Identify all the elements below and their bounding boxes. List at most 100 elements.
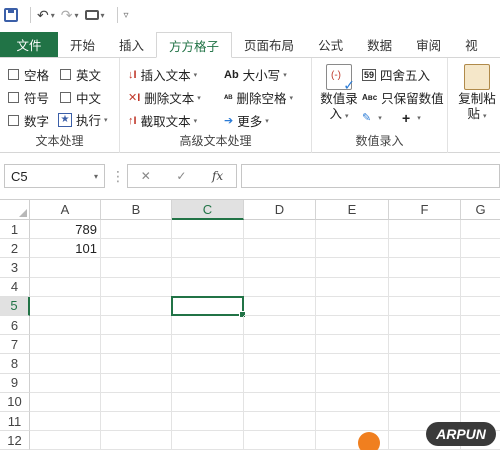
cell-f1[interactable] xyxy=(389,220,461,240)
undo-button[interactable]: ↶ ▾ xyxy=(37,4,55,26)
edit-button[interactable]: ✎ ▾ xyxy=(362,111,382,124)
checkbox-chinese[interactable]: 中文 xyxy=(60,88,101,107)
checkbox-symbol[interactable]: 符号 xyxy=(8,88,49,107)
row-header-9[interactable]: 9 xyxy=(0,373,30,393)
cell-e1[interactable] xyxy=(316,220,389,240)
tab-review[interactable]: 审阅 xyxy=(404,32,453,57)
cell-b3[interactable] xyxy=(101,258,172,278)
cell-e9[interactable] xyxy=(316,373,389,393)
function-icon[interactable]: fx xyxy=(212,169,223,183)
row-header-6[interactable]: 6 xyxy=(0,316,30,336)
cell-b12[interactable] xyxy=(101,431,172,450)
cell-g2[interactable] xyxy=(461,239,500,259)
cell-d11[interactable] xyxy=(244,412,316,432)
insert-text-button[interactable]: ↓I 插入文本 ▾ xyxy=(128,65,197,84)
checkbox-number[interactable]: 数字 xyxy=(8,111,49,130)
cell-f10[interactable] xyxy=(389,392,461,412)
cell-e10[interactable] xyxy=(316,392,389,412)
keep-numbers-button[interactable]: Aʙᴄ 只保留数值 xyxy=(362,88,444,107)
cell-d5[interactable] xyxy=(244,296,316,316)
cell-g9[interactable] xyxy=(461,374,500,393)
round-button[interactable]: 59 四舍五入 xyxy=(362,65,430,84)
cell-a1[interactable]: 789 xyxy=(30,220,101,240)
cell-d10[interactable] xyxy=(244,392,316,412)
row-header-2[interactable]: 2 xyxy=(0,239,30,259)
cell-b1[interactable] xyxy=(101,220,172,240)
select-all-button[interactable] xyxy=(0,200,30,220)
row-header-12[interactable]: 12 xyxy=(0,431,30,450)
cell-f7[interactable] xyxy=(389,335,461,355)
cell-g1[interactable] xyxy=(461,220,500,240)
cell-c2[interactable] xyxy=(172,239,244,259)
cell-e3[interactable] xyxy=(316,258,389,278)
copy-paste-button[interactable]: 复制粘 贴 ▾ xyxy=(454,64,500,124)
more-button[interactable]: ➔ 更多 ▾ xyxy=(224,111,269,130)
cell-a4[interactable] xyxy=(30,277,101,297)
cell-b2[interactable] xyxy=(101,239,172,259)
row-header-1[interactable]: 1 xyxy=(0,220,30,240)
cell-d1[interactable] xyxy=(244,220,316,240)
cell-b9[interactable] xyxy=(101,373,172,393)
cell-d12[interactable] xyxy=(244,431,316,450)
cell-a10[interactable] xyxy=(30,392,101,412)
row-header-3[interactable]: 3 xyxy=(0,258,30,278)
cell-c12[interactable] xyxy=(172,431,244,450)
cancel-icon[interactable]: ✕ xyxy=(141,169,151,183)
cell-a12[interactable] xyxy=(30,431,101,450)
cell-g10[interactable] xyxy=(461,393,500,412)
row-header-5[interactable]: 5 xyxy=(0,296,30,316)
cell-a2[interactable]: 101 xyxy=(30,239,101,259)
formula-input[interactable] xyxy=(241,164,500,188)
cell-a5[interactable] xyxy=(30,296,101,316)
cell-b6[interactable] xyxy=(101,316,172,336)
cell-d8[interactable] xyxy=(244,354,316,374)
tab-page-layout[interactable]: 页面布局 xyxy=(232,32,306,57)
drag-handle-icon[interactable]: ⋮ xyxy=(111,168,125,185)
cell-b11[interactable] xyxy=(101,412,172,432)
column-header-c[interactable]: C xyxy=(172,200,244,220)
cell-c3[interactable] xyxy=(172,258,244,278)
cell-a9[interactable] xyxy=(30,373,101,393)
cell-b5[interactable] xyxy=(101,296,172,316)
save-button[interactable] xyxy=(4,4,18,26)
cell-g8[interactable] xyxy=(461,354,500,374)
redo-button[interactable]: ↷ ▾ xyxy=(61,4,79,26)
cell-d2[interactable] xyxy=(244,239,316,259)
cell-a3[interactable] xyxy=(30,258,101,278)
cell-d4[interactable] xyxy=(244,277,316,297)
row-header-4[interactable]: 4 xyxy=(0,277,30,297)
cell-g6[interactable] xyxy=(461,316,500,336)
cell-e6[interactable] xyxy=(316,316,389,336)
cell-c8[interactable] xyxy=(172,354,244,374)
column-header-e[interactable]: E xyxy=(316,200,389,220)
cell-f5[interactable] xyxy=(389,296,461,316)
cell-g4[interactable] xyxy=(461,278,500,297)
tab-view[interactable]: 视 xyxy=(453,32,478,57)
tab-data[interactable]: 数据 xyxy=(355,32,404,57)
cell-c1[interactable] xyxy=(172,220,244,240)
tab-home[interactable]: 开始 xyxy=(58,32,107,57)
add-button[interactable]: + ▾ xyxy=(402,110,421,126)
column-header-f[interactable]: F xyxy=(389,200,461,220)
cell-c9[interactable] xyxy=(172,373,244,393)
print-button[interactable]: ▾ xyxy=(84,4,105,26)
cell-f9[interactable] xyxy=(389,373,461,393)
cell-g7[interactable] xyxy=(461,335,500,355)
cell-e2[interactable] xyxy=(316,239,389,259)
cell-a8[interactable] xyxy=(30,354,101,374)
column-header-g[interactable]: G xyxy=(461,200,500,220)
column-header-a[interactable]: A xyxy=(30,200,101,220)
tab-formulas[interactable]: 公式 xyxy=(306,32,355,57)
checkbox-english[interactable]: 英文 xyxy=(60,65,101,84)
customize-qat-button[interactable]: ▿ xyxy=(124,4,129,26)
cell-f3[interactable] xyxy=(389,258,461,278)
row-header-7[interactable]: 7 xyxy=(0,335,30,355)
cell-c6[interactable] xyxy=(172,316,244,336)
delete-text-button[interactable]: ✕I 删除文本 ▾ xyxy=(128,88,201,107)
execute-button[interactable]: ★ 执行 ▾ xyxy=(58,110,108,129)
cell-c10[interactable] xyxy=(172,392,244,412)
cell-e5[interactable] xyxy=(316,296,389,316)
cell-d9[interactable] xyxy=(244,373,316,393)
cell-d6[interactable] xyxy=(244,316,316,336)
cell-b4[interactable] xyxy=(101,277,172,297)
